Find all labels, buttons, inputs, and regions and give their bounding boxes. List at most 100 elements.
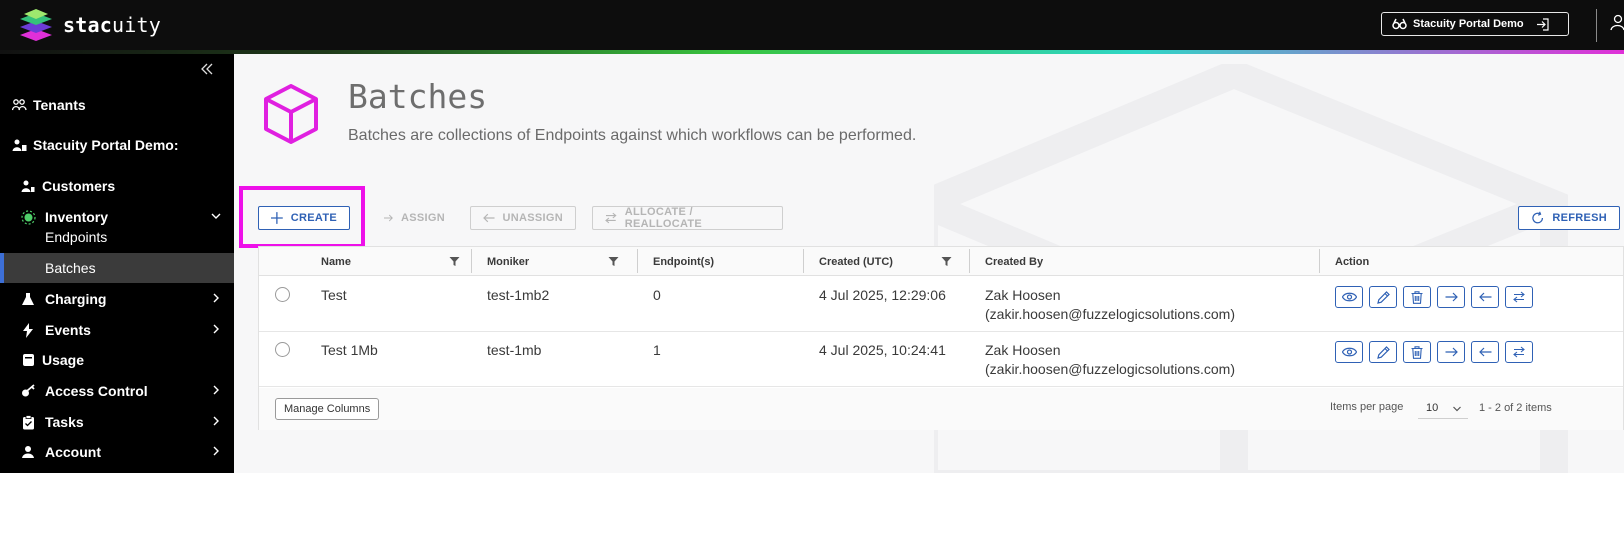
assign-row-button[interactable] [1437,286,1465,308]
table-row[interactable]: Test test-1mb2 0 4 Jul 2025, 12:29:06 Za… [259,277,1623,332]
arrow-right-icon [1445,292,1458,302]
row-select-radio[interactable] [275,342,290,357]
column-divider[interactable] [471,249,472,273]
pagination-range: 1 - 2 of 2 items [1479,402,1552,414]
items-per-page-label: Items per page [1330,401,1404,413]
sidebar-item-label: Batches [45,260,96,276]
column-header-endpoints[interactable]: Endpoint(s) [653,247,714,276]
swap-icon [1513,346,1525,358]
cell-endpoints: 0 [653,287,661,303]
sidebar-item-access-control[interactable]: Access Control [0,376,234,406]
edit-button[interactable] [1369,341,1397,363]
reallocate-row-button[interactable] [1505,341,1533,363]
arrow-right-icon [1445,347,1458,357]
column-header-label: Created (UTC) [819,255,893,268]
column-divider[interactable] [637,249,638,273]
column-header-label: Created By [985,255,1044,268]
column-divider[interactable] [803,249,804,273]
column-header-label: Endpoint(s) [653,255,715,268]
trash-icon [1411,290,1423,304]
allocate-label: ALLOCATE / REALLOCATE [624,206,703,230]
view-button[interactable] [1335,286,1363,308]
sidebar-item-tasks[interactable]: Tasks [0,407,234,437]
table-row[interactable]: Test 1Mb test-1mb 1 4 Jul 2025, 10:24:41… [259,332,1623,387]
chevron-right-icon [213,446,219,456]
column-header-moniker[interactable]: Moniker [487,247,529,276]
sidebar-item-label: Usage [42,352,85,368]
sidebar-item-customers[interactable]: Customers [0,171,234,201]
items-per-page-value: 10 [1426,402,1439,414]
sidebar-item-usage[interactable]: Usage [0,345,234,375]
reallocate-row-button[interactable] [1505,286,1533,308]
sidebar-item-account[interactable]: Account [0,437,234,467]
unassign-row-button[interactable] [1471,286,1499,308]
column-header-name[interactable]: Name [321,247,351,276]
tenant-label: Stacuity Portal Demo [1413,18,1524,30]
chevron-right-icon [213,385,219,395]
flask-icon [20,291,36,307]
cell-created-by: Zak Hoosen (zakir.hoosen@fuzzelogicsolut… [985,286,1235,324]
sidebar-item-events[interactable]: Events [0,315,234,345]
create-button-highlight [239,186,365,248]
column-divider[interactable] [969,249,970,273]
refresh-label: REFRESH [1552,212,1607,224]
column-header-created[interactable]: Created (UTC) [819,247,893,276]
sidebar-item-endpoints[interactable]: Endpoints [0,222,234,252]
chevron-right-icon [213,293,219,303]
sidebar-item-label: Tasks [45,414,84,430]
cell-created: 4 Jul 2025, 12:29:06 [819,287,946,303]
unassign-button[interactable]: UNASSIGN [470,206,576,230]
users-group-icon [11,97,27,113]
items-per-page-select[interactable]: 10 [1418,398,1468,419]
chevron-down-icon [1453,406,1461,412]
binoculars-icon [1392,18,1407,30]
sidebar-item-tenant-name[interactable]: Stacuity Portal Demo: [0,130,234,160]
double-chevron-left-icon[interactable] [200,62,214,76]
unassign-row-button[interactable] [1471,341,1499,363]
column-header-label: Name [321,255,351,268]
sidebar-item-charging[interactable]: Charging [0,284,234,314]
sidebar-item-tenants[interactable]: Tenants [0,90,234,120]
row-select-radio[interactable] [275,287,290,302]
column-header-created-by[interactable]: Created By [985,247,1043,276]
table-footer: Manage Columns Items per page 10 1 - 2 o… [259,388,1623,430]
header-divider [1596,9,1597,42]
delete-button[interactable] [1403,286,1431,308]
created-by-email: (zakir.hoosen@fuzzelogicsolutions.com) [985,306,1235,322]
sidebar-item-label: Charging [45,291,107,307]
eye-icon [1341,292,1357,302]
assign-row-button[interactable] [1437,341,1465,363]
usage-icon [20,352,36,368]
page-description: Batches are collections of Endpoints aga… [348,127,917,144]
filter-icon[interactable] [941,247,952,276]
refresh-button[interactable]: REFRESH [1518,206,1620,230]
allocate-reallocate-button[interactable]: ALLOCATE / REALLOCATE [592,206,783,230]
assign-button[interactable]: ASSIGN [371,206,458,230]
column-header-action: Action [1335,247,1369,276]
view-button[interactable] [1335,341,1363,363]
tenant-switch-button[interactable]: Stacuity Portal Demo [1381,12,1569,36]
cell-name: Test [321,287,347,303]
main-content: Batches Batches are collections of Endpo… [234,54,1624,473]
edit-button[interactable] [1369,286,1397,308]
brand-bold: stac [63,13,112,37]
page-title: Batches [348,77,488,116]
created-by-name: Zak Hoosen [985,287,1061,303]
sidebar-item-batches[interactable]: Batches [0,253,234,283]
delete-button[interactable] [1403,341,1431,363]
clipboard-icon [20,414,36,430]
filter-icon[interactable] [449,247,460,276]
chevron-right-icon [213,324,219,334]
filter-icon[interactable] [608,247,619,276]
unassign-label: UNASSIGN [502,212,563,224]
arrow-left-icon [1478,347,1491,357]
column-divider[interactable] [1319,249,1320,273]
batches-table: Name Moniker Endpoint(s) Created (UTC) C… [258,246,1624,430]
refresh-icon [1532,211,1544,224]
user-icon[interactable] [1610,14,1624,32]
stacuity-logo-icon[interactable] [18,9,54,41]
sidebar-item-label: Stacuity Portal Demo: [33,137,179,153]
pencil-icon [1376,290,1390,304]
created-by-email: (zakir.hoosen@fuzzelogicsolutions.com) [985,361,1235,377]
manage-columns-button[interactable]: Manage Columns [275,398,380,420]
